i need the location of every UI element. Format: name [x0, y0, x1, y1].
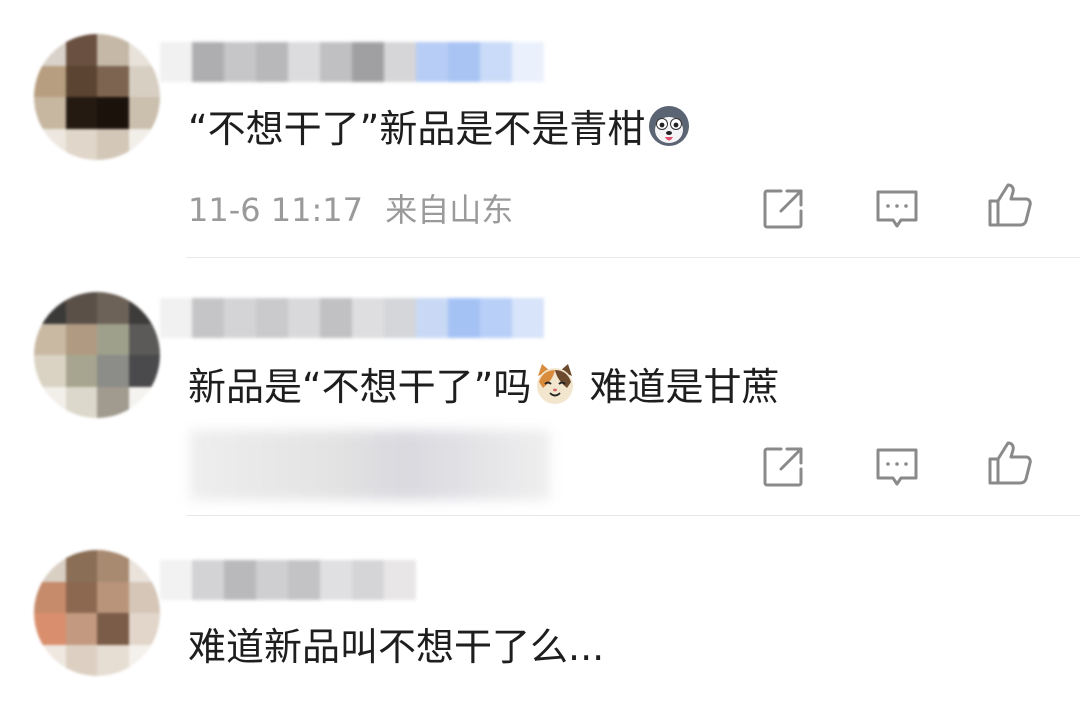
- comment-location: 来自山东: [385, 191, 514, 229]
- share-icon[interactable]: [759, 185, 807, 233]
- comment-text-body: 难道新品叫不想干了么...: [188, 625, 605, 669]
- comment-meta-redacted: [190, 430, 550, 500]
- comment-item-1: “不想干了”新品是不是青柑 11-6 11:17 来自山东: [0, 0, 1080, 258]
- avatar[interactable]: [34, 34, 160, 160]
- username[interactable]: [160, 298, 544, 338]
- comment-meta: 11-6 11:17 来自山东: [188, 190, 513, 230]
- avatar[interactable]: [34, 292, 160, 418]
- comment-text-body: “不想干了”新品是不是青柑: [188, 107, 646, 151]
- comment-text: 新品是“不想干了”吗 难道是甘蔗: [188, 362, 779, 412]
- comment-text: “不想干了”新品是不是青柑: [188, 104, 691, 154]
- comment-text-suffix: 难道是甘蔗: [577, 365, 780, 409]
- husky-emoji-icon: [649, 106, 690, 146]
- username[interactable]: [160, 560, 416, 600]
- thumbs-up-icon[interactable]: [986, 439, 1034, 487]
- comment-time: 11-6 11:17: [188, 191, 364, 229]
- avatar[interactable]: [34, 550, 160, 676]
- share-icon[interactable]: [759, 443, 807, 491]
- username[interactable]: [160, 42, 544, 82]
- comment-text-body: 新品是“不想干了”吗: [188, 365, 532, 409]
- thumbs-up-icon[interactable]: [986, 181, 1034, 229]
- cat-emoji-icon: [537, 364, 574, 404]
- comment-item-2: 新品是“不想干了”吗 难道是甘蔗: [0, 258, 1080, 516]
- comment-text: 难道新品叫不想干了么...: [188, 622, 604, 672]
- comment-icon[interactable]: [873, 443, 921, 491]
- comment-icon[interactable]: [873, 185, 921, 233]
- comment-item-3: 难道新品叫不想干了么...: [0, 516, 1080, 706]
